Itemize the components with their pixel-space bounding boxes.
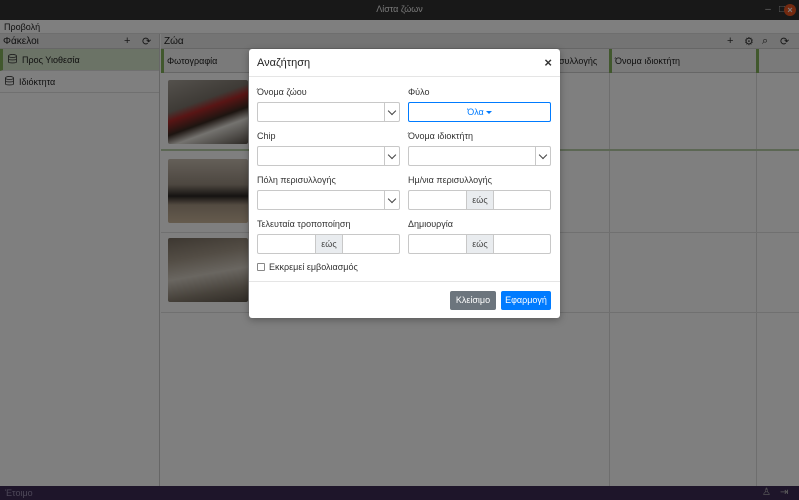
sex-label: Φύλο (408, 87, 430, 97)
dialog-footer-divider (249, 281, 560, 282)
chevron-down-icon[interactable] (384, 191, 399, 209)
dialog-title: Αναζήτηση (257, 57, 311, 69)
close-button[interactable]: Κλείσιμο (450, 291, 496, 310)
created-range[interactable]: εώς (408, 234, 551, 254)
pending-vaccination-label[interactable]: Εκκρεμεί εμβολιασμός (269, 262, 358, 272)
chevron-down-icon[interactable] (384, 147, 399, 165)
collection-city-label: Πόλη περισυλλογής (257, 175, 336, 185)
range-separator: εώς (466, 191, 494, 209)
chip-combo[interactable] (257, 146, 400, 166)
apply-button[interactable]: Εφαρμογή (501, 291, 551, 310)
sex-select-value: Όλα (467, 107, 484, 117)
last-modified-range[interactable]: εώς (257, 234, 400, 254)
range-separator: εώς (315, 235, 343, 253)
sex-select[interactable]: Όλα (408, 102, 551, 122)
chevron-down-icon[interactable] (384, 103, 399, 121)
animal-name-label: Όνομα ζώου (257, 87, 307, 97)
collection-city-combo[interactable] (257, 190, 400, 210)
animal-name-combo[interactable] (257, 102, 400, 122)
owner-name-combo[interactable] (408, 146, 551, 166)
last-modified-label: Τελευταία τροποποίηση (257, 219, 351, 229)
pending-vaccination-checkbox[interactable] (257, 263, 265, 271)
dialog-header: Αναζήτηση × (249, 49, 560, 77)
search-dialog: Αναζήτηση × Όνομα ζώου Φύλο Όλα Chip Όνο… (249, 49, 560, 318)
dialog-close-icon[interactable]: × (544, 55, 552, 70)
collection-date-range[interactable]: εώς (408, 190, 551, 210)
created-label: Δημιουργία (408, 219, 453, 229)
chip-label: Chip (257, 131, 276, 141)
collection-date-label: Ημ/νια περισυλλογής (408, 175, 492, 185)
caret-down-icon (485, 111, 492, 115)
owner-name-label: Όνομα ιδιοκτήτη (408, 131, 473, 141)
chevron-down-icon[interactable] (535, 147, 550, 165)
range-separator: εώς (466, 235, 494, 253)
